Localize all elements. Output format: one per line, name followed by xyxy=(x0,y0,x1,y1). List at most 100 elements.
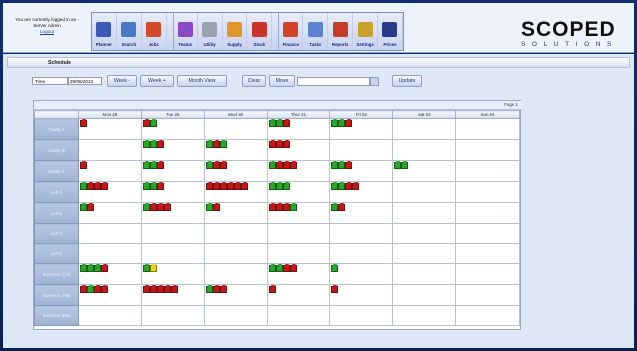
schedule-cell[interactable] xyxy=(329,202,394,224)
schedule-cell[interactable] xyxy=(455,223,520,244)
job-icon[interactable] xyxy=(212,161,220,169)
week-forward-button[interactable]: Week + xyxy=(140,75,174,87)
job-icon[interactable] xyxy=(282,161,290,169)
job-icon[interactable] xyxy=(331,119,339,127)
schedule-cell[interactable] xyxy=(392,263,457,285)
schedule-cell[interactable] xyxy=(329,223,394,244)
schedule-cell[interactable] xyxy=(203,263,268,285)
schedule-cell[interactable] xyxy=(77,181,142,203)
schedule-cell[interactable] xyxy=(329,284,394,306)
job-icon[interactable] xyxy=(205,285,213,293)
resource-label[interactable]: Cavity C xyxy=(34,160,79,182)
schedule-cell[interactable] xyxy=(140,139,205,161)
job-icon[interactable] xyxy=(212,285,220,293)
schedule-cell[interactable] xyxy=(329,181,394,203)
schedule-cell[interactable] xyxy=(392,202,457,224)
move-input[interactable] xyxy=(297,77,370,86)
schedule-cell[interactable] xyxy=(140,223,205,244)
job-icon[interactable] xyxy=(401,161,409,169)
toolbar-prices-button[interactable]: Prices xyxy=(378,13,403,50)
job-icon[interactable] xyxy=(156,161,164,169)
schedule-cell[interactable] xyxy=(140,181,205,203)
schedule-cell[interactable] xyxy=(77,118,142,140)
job-icon[interactable] xyxy=(282,140,290,148)
job-icon[interactable] xyxy=(212,182,220,190)
schedule-cell[interactable] xyxy=(203,160,268,182)
schedule-cell[interactable] xyxy=(203,202,268,224)
job-icon[interactable] xyxy=(275,140,283,148)
toolbar-jobs-button[interactable]: Jobs xyxy=(142,13,167,50)
job-icon[interactable] xyxy=(338,161,346,169)
schedule-cell[interactable] xyxy=(266,160,331,182)
schedule-cell[interactable] xyxy=(455,181,520,203)
schedule-cell[interactable] xyxy=(329,263,394,285)
job-icon[interactable] xyxy=(79,285,87,293)
job-icon[interactable] xyxy=(79,264,87,272)
job-icon[interactable] xyxy=(345,119,353,127)
job-icon[interactable] xyxy=(219,182,227,190)
job-icon[interactable] xyxy=(205,161,213,169)
job-icon[interactable] xyxy=(156,140,164,148)
job-icon[interactable] xyxy=(100,285,108,293)
job-icon[interactable] xyxy=(93,264,101,272)
schedule-cell[interactable] xyxy=(266,118,331,140)
job-icon[interactable] xyxy=(331,161,339,169)
schedule-cell[interactable] xyxy=(203,243,268,264)
job-icon[interactable] xyxy=(205,182,213,190)
job-icon[interactable] xyxy=(79,203,87,211)
schedule-cell[interactable] xyxy=(77,139,142,161)
toolbar-planner-button[interactable]: Planner xyxy=(92,13,117,50)
job-icon[interactable] xyxy=(268,264,276,272)
job-icon[interactable] xyxy=(79,119,87,127)
schedule-cell[interactable] xyxy=(455,243,520,264)
schedule-cell[interactable] xyxy=(329,118,394,140)
schedule-cell[interactable] xyxy=(392,139,457,161)
schedule-cell[interactable] xyxy=(140,284,205,306)
job-icon[interactable] xyxy=(93,182,101,190)
toolbar-stock-button[interactable]: Stock xyxy=(247,13,273,50)
schedule-cell[interactable] xyxy=(455,305,520,326)
job-icon[interactable] xyxy=(275,161,283,169)
schedule-cell[interactable] xyxy=(266,305,331,326)
job-icon[interactable] xyxy=(156,203,164,211)
schedule-cell[interactable] xyxy=(266,139,331,161)
schedule-cell[interactable] xyxy=(203,305,268,326)
job-icon[interactable] xyxy=(86,285,94,293)
job-icon[interactable] xyxy=(142,182,150,190)
job-icon[interactable] xyxy=(100,264,108,272)
resource-label[interactable]: Surveyor (CH) xyxy=(34,263,79,285)
schedule-cell[interactable] xyxy=(140,118,205,140)
schedule-cell[interactable] xyxy=(329,160,394,182)
job-icon[interactable] xyxy=(240,182,248,190)
toolbar-search-button[interactable]: Search xyxy=(117,13,142,50)
toolbar-finance-button[interactable]: Finance xyxy=(278,13,304,50)
schedule-cell[interactable] xyxy=(329,243,394,264)
job-icon[interactable] xyxy=(156,285,164,293)
schedule-cell[interactable] xyxy=(455,202,520,224)
resource-label[interactable]: Surveyor (BK) xyxy=(34,305,79,326)
schedule-cell[interactable] xyxy=(203,284,268,306)
resource-label[interactable]: Cavity B xyxy=(34,139,79,161)
job-icon[interactable] xyxy=(275,203,283,211)
schedule-cell[interactable] xyxy=(203,181,268,203)
schedule-cell[interactable] xyxy=(77,202,142,224)
toolbar-settings-button[interactable]: Settings xyxy=(353,13,379,50)
schedule-cell[interactable] xyxy=(140,243,205,264)
schedule-cell[interactable] xyxy=(455,118,520,140)
job-icon[interactable] xyxy=(219,285,227,293)
job-icon[interactable] xyxy=(219,161,227,169)
schedule-cell[interactable] xyxy=(392,223,457,244)
job-icon[interactable] xyxy=(163,203,171,211)
schedule-cell[interactable] xyxy=(392,305,457,326)
job-icon[interactable] xyxy=(282,203,290,211)
job-icon[interactable] xyxy=(212,203,220,211)
job-icon[interactable] xyxy=(163,285,171,293)
resource-label[interactable]: Loft D xyxy=(34,243,79,264)
job-icon[interactable] xyxy=(149,264,157,272)
schedule-cell[interactable] xyxy=(455,139,520,161)
schedule-cell[interactable] xyxy=(77,305,142,326)
job-icon[interactable] xyxy=(289,264,297,272)
job-icon[interactable] xyxy=(268,140,276,148)
schedule-cell[interactable] xyxy=(455,263,520,285)
job-icon[interactable] xyxy=(282,182,290,190)
